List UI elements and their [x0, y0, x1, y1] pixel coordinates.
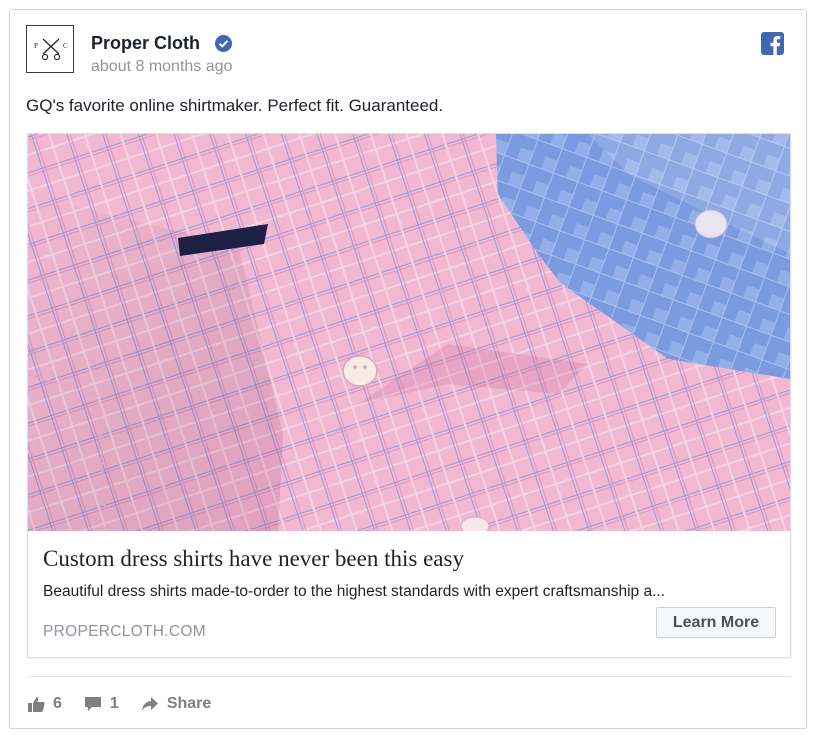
- actions-divider: [27, 676, 791, 677]
- facebook-icon[interactable]: [761, 32, 784, 55]
- link-title[interactable]: Custom dress shirts have never been this…: [43, 546, 464, 572]
- share-label: Share: [166, 695, 212, 712]
- shirt-photo[interactable]: [28, 134, 790, 531]
- link-domain: PROPERCLOTH.COM: [43, 623, 206, 640]
- comment-count: 1: [109, 695, 119, 712]
- like-count: 6: [53, 695, 62, 712]
- page-name-link[interactable]: Proper Cloth: [91, 33, 200, 54]
- verified-badge-icon: [215, 35, 232, 52]
- post-message: GQ's favorite online shirtmaker. Perfect…: [26, 96, 444, 115]
- share-arrow-icon: [141, 697, 158, 711]
- crossed-scissors-icon: [41, 38, 61, 61]
- reaction-bar: 6 1 Share: [28, 694, 233, 714]
- post-timestamp[interactable]: about 8 months ago: [91, 58, 232, 76]
- facebook-post-card: P C Proper Cloth about 8 months ago GQ's…: [9, 9, 807, 729]
- avatar-letter-right: C: [63, 42, 68, 50]
- learn-more-button[interactable]: Learn More: [656, 607, 776, 638]
- thumbs-up-icon: [28, 697, 45, 712]
- comment-action[interactable]: 1: [84, 695, 119, 713]
- share-action[interactable]: Share: [141, 695, 211, 713]
- link-attachment[interactable]: Custom dress shirts have never been this…: [27, 133, 791, 658]
- comment-icon: [84, 697, 101, 711]
- avatar-letter-left: P: [34, 42, 38, 50]
- like-action[interactable]: 6: [28, 695, 62, 713]
- page-avatar[interactable]: P C: [26, 25, 74, 73]
- link-description: Beautiful dress shirts made-to-order to …: [43, 583, 666, 600]
